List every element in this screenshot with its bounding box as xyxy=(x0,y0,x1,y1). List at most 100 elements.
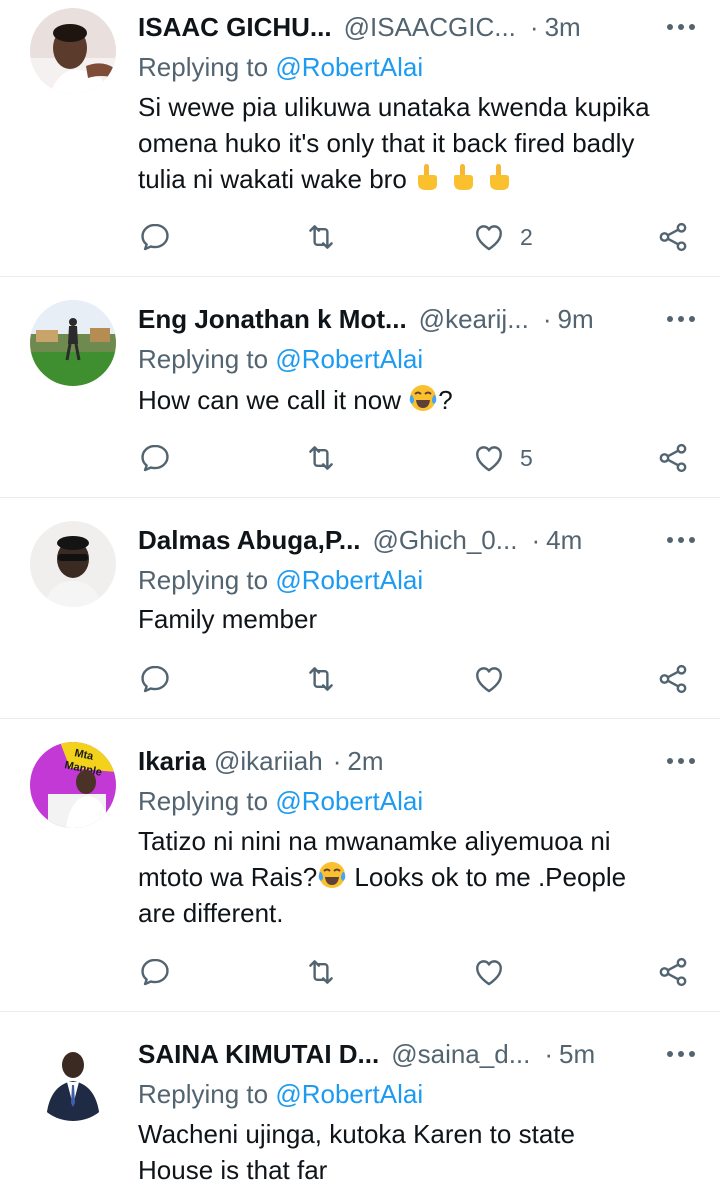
tweet-text: Family member xyxy=(138,604,318,634)
avatar-image xyxy=(30,300,116,386)
more-options-button[interactable] xyxy=(656,1039,696,1069)
tweet-1[interactable]: ISAAC GICHU... @ISAACGIC... · 3m Replyin… xyxy=(0,0,720,277)
user-handle[interactable]: @saina_d... xyxy=(391,1039,530,1070)
share-icon xyxy=(659,443,687,473)
tweet-actions xyxy=(138,659,694,699)
text-segment: mtoto wa Rais? xyxy=(138,862,318,892)
replying-prefix: Replying to xyxy=(138,565,276,595)
replying-to: Replying to @RobertAlai xyxy=(138,52,423,83)
timestamp[interactable]: 2m xyxy=(347,746,383,777)
separator-dot: · xyxy=(544,1038,554,1069)
text-line: omena huko it's only that it back fired … xyxy=(138,128,635,158)
replying-to: Replying to @RobertAlai xyxy=(138,1079,423,1110)
retweet-button[interactable] xyxy=(304,217,338,257)
heart-icon xyxy=(476,225,502,251)
middle-finger-emoji xyxy=(453,164,473,190)
reply-icon xyxy=(141,958,169,986)
share-icon xyxy=(659,664,687,694)
display-name[interactable]: Ikaria xyxy=(138,746,206,777)
separator-dot: · xyxy=(529,11,539,42)
user-handle[interactable]: @ISAACGIC... xyxy=(344,12,516,43)
tears-of-joy-emoji xyxy=(318,862,346,888)
user-handle[interactable]: @ikariiah xyxy=(214,746,323,777)
more-horizontal-icon xyxy=(667,1051,695,1057)
user-handle[interactable]: @kearij... xyxy=(419,304,529,335)
retweet-icon xyxy=(309,667,333,691)
text-line: Tatizo ni nini na mwanamke aliyemuoa ni xyxy=(138,826,611,856)
tweet-4[interactable]: Mta Manple Ikaria @ikariiah · 2m Replyin… xyxy=(0,719,720,1012)
mention-link[interactable]: @RobertAlai xyxy=(275,1079,423,1109)
middle-finger-emoji xyxy=(417,164,437,190)
avatar[interactable]: Mta Manple xyxy=(30,742,116,828)
more-horizontal-icon xyxy=(667,24,695,30)
avatar[interactable] xyxy=(30,521,116,607)
text-segment: Looks ok to me .People xyxy=(347,862,627,892)
separator-dot: · xyxy=(531,524,541,555)
avatar[interactable] xyxy=(30,1035,116,1121)
mention-link[interactable]: @RobertAlai xyxy=(275,52,423,82)
reply-icon xyxy=(141,223,169,251)
like-button[interactable]: 5 xyxy=(472,438,533,478)
like-button[interactable]: 2 xyxy=(472,217,533,257)
more-options-button[interactable] xyxy=(656,304,696,334)
reply-button[interactable] xyxy=(138,217,172,257)
mention-link[interactable]: @RobertAlai xyxy=(275,565,423,595)
tweet-actions xyxy=(138,952,694,992)
reply-button[interactable] xyxy=(138,659,172,699)
reply-icon xyxy=(141,665,169,693)
share-button[interactable] xyxy=(656,217,690,257)
heart-icon xyxy=(476,446,502,472)
text-line: House is that far xyxy=(138,1155,328,1185)
replying-to: Replying to @RobertAlai xyxy=(138,786,423,817)
like-count: 5 xyxy=(520,444,533,471)
retweet-button[interactable] xyxy=(304,438,338,478)
timestamp[interactable]: 4m xyxy=(546,525,582,556)
text-line: tulia ni wakati wake bro xyxy=(138,164,407,194)
middle-finger-emoji xyxy=(489,164,509,190)
retweet-icon xyxy=(309,225,333,249)
more-options-button[interactable] xyxy=(656,12,696,42)
mention-link[interactable]: @RobertAlai xyxy=(275,344,423,374)
share-button[interactable] xyxy=(656,952,690,992)
like-button[interactable] xyxy=(472,659,506,699)
share-button[interactable] xyxy=(656,659,690,699)
share-icon xyxy=(659,957,687,987)
retweet-button[interactable] xyxy=(304,952,338,992)
reply-feed: ISAAC GICHU... @ISAACGIC... · 3m Replyin… xyxy=(0,0,720,1185)
more-horizontal-icon xyxy=(667,537,695,543)
more-horizontal-icon xyxy=(667,758,695,764)
replying-to: Replying to @RobertAlai xyxy=(138,344,423,375)
more-options-button[interactable] xyxy=(656,746,696,776)
avatar[interactable] xyxy=(30,8,116,94)
tweet-actions: 2 xyxy=(138,217,694,257)
share-icon xyxy=(659,222,687,252)
avatar-image xyxy=(30,1035,116,1121)
display-name[interactable]: ISAAC GICHU... xyxy=(138,12,332,43)
more-options-button[interactable] xyxy=(656,525,696,555)
tweet-3[interactable]: Dalmas Abuga,P... @Ghich_0... · 4m Reply… xyxy=(0,498,720,719)
reply-button[interactable] xyxy=(138,438,172,478)
replying-prefix: Replying to xyxy=(138,786,276,816)
text-segment: How can we call it now xyxy=(138,385,409,415)
display-name[interactable]: Dalmas Abuga,P... xyxy=(138,525,361,556)
timestamp[interactable]: 5m xyxy=(559,1039,595,1070)
tweet-text: Si wewe pia ulikuwa unataka kwenda kupik… xyxy=(138,89,694,197)
tweet-actions: 5 xyxy=(138,438,694,478)
share-button[interactable] xyxy=(656,438,690,478)
user-handle[interactable]: @Ghich_0... xyxy=(373,525,518,556)
avatar[interactable] xyxy=(30,300,116,386)
like-count: 2 xyxy=(520,223,533,250)
heart-icon xyxy=(476,960,502,986)
reply-button[interactable] xyxy=(138,952,172,992)
tweet-5[interactable]: SAINA KIMUTAI D... @saina_d... · 5m Repl… xyxy=(0,1012,720,1185)
mention-link[interactable]: @RobertAlai xyxy=(275,786,423,816)
like-button[interactable] xyxy=(472,952,506,992)
text-line: Wacheni ujinga, kutoka Karen to state xyxy=(138,1119,575,1149)
tweet-2[interactable]: Eng Jonathan k Mot... @kearij... · 9m Re… xyxy=(0,277,720,498)
display-name[interactable]: Eng Jonathan k Mot... xyxy=(138,304,407,335)
tears-of-joy-emoji xyxy=(409,385,437,411)
display-name[interactable]: SAINA KIMUTAI D... xyxy=(138,1039,379,1070)
timestamp[interactable]: 3m xyxy=(545,12,581,43)
timestamp[interactable]: 9m xyxy=(558,304,594,335)
retweet-button[interactable] xyxy=(304,659,338,699)
